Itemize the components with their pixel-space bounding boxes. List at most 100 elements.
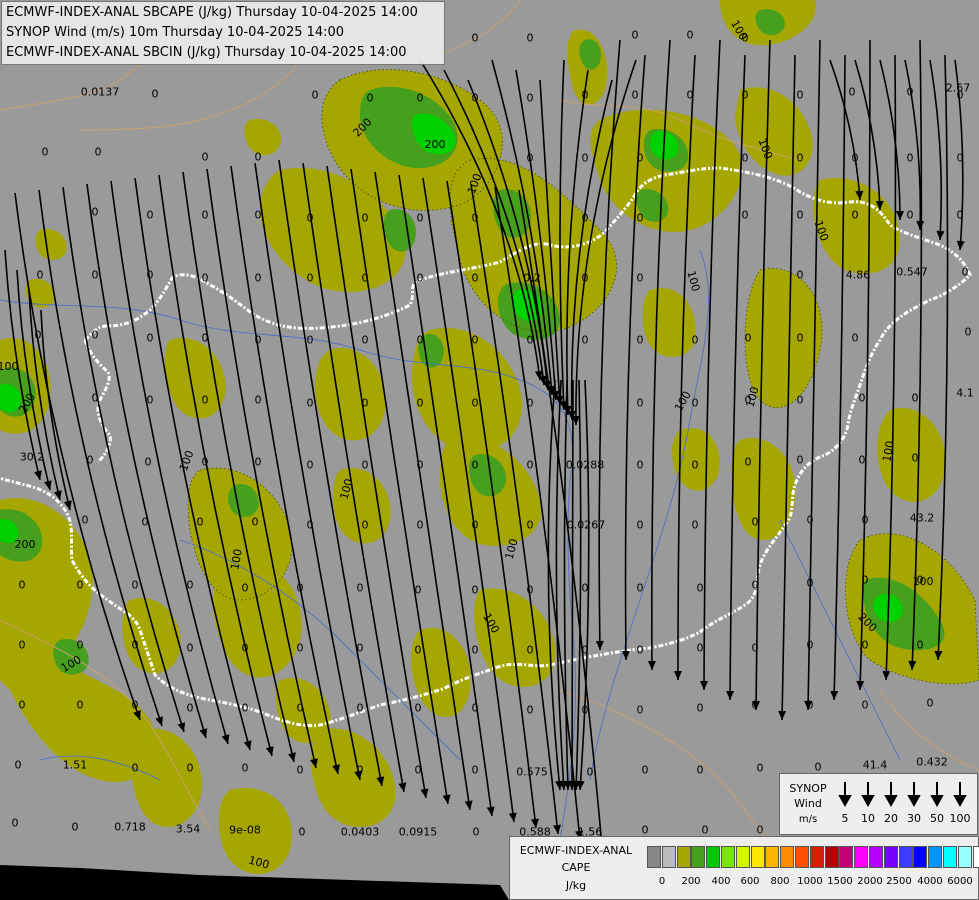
value-label: 0 — [851, 151, 859, 165]
value-label: 30.2 — [19, 450, 45, 464]
legend-tick-label: 2500 — [886, 876, 912, 887]
arrowhead-icon — [907, 795, 921, 808]
value-label: 0 — [201, 150, 209, 164]
value-label: 0 — [741, 88, 749, 102]
value-label: 0 — [414, 643, 422, 657]
value-label: 0 — [861, 698, 869, 712]
value-label: 0 — [848, 85, 856, 99]
contour-label: 200 — [15, 538, 36, 551]
legend-tick-label: 1000 — [797, 876, 823, 887]
value-label: 0 — [131, 638, 139, 652]
value-label: 0 — [361, 458, 369, 472]
value-label: 0 — [306, 458, 314, 472]
value-label: 0 — [471, 31, 479, 45]
value-label: 0 — [41, 145, 49, 159]
value-label: 0 — [696, 641, 704, 655]
value-label: 0 — [296, 641, 304, 655]
value-label: 0 — [636, 518, 644, 532]
value-label: 0 — [916, 638, 924, 652]
legend-tick-label: 1500 — [827, 876, 853, 887]
legend-swatch — [765, 846, 780, 868]
value-label: 0 — [91, 268, 99, 282]
value-label: 0.0137 — [80, 85, 120, 99]
value-label: 0 — [416, 333, 424, 347]
value-label: 0 — [76, 578, 84, 592]
value-label: 0 — [526, 458, 534, 472]
value-label: 0 — [144, 455, 152, 469]
value-label: 0.547 — [896, 265, 928, 279]
value-label: 0 — [851, 208, 859, 222]
value-label: 0 — [471, 701, 479, 715]
value-label: 0 — [18, 638, 26, 652]
value-label: 0 — [526, 31, 534, 45]
value-label: 0 — [796, 331, 804, 345]
value-label: 0 — [581, 581, 589, 595]
value-label: 0 — [201, 455, 209, 469]
value-label: 0 — [906, 85, 914, 99]
arrowhead-icon — [930, 795, 944, 808]
value-label: 0 — [744, 331, 752, 345]
value-label: 0 — [696, 763, 704, 777]
value-label: 0 — [361, 396, 369, 410]
legend-swatch — [957, 846, 972, 868]
value-label: 0 — [696, 701, 704, 715]
legend-swatch — [676, 846, 691, 868]
value-label: 0 — [526, 518, 534, 532]
value-label: 0 — [91, 391, 99, 405]
value-label: 0 — [741, 151, 749, 165]
value-label: 0 — [91, 328, 99, 342]
legend-swatch — [750, 846, 765, 868]
value-label: 0 — [18, 698, 26, 712]
synop-speed-label: 10 — [861, 812, 875, 825]
value-label: 0 — [741, 31, 749, 45]
value-label: 0 — [34, 328, 42, 342]
value-label: 0 — [696, 581, 704, 595]
value-label: 0.575 — [516, 765, 548, 779]
value-label: 0 — [86, 453, 94, 467]
value-label: 0 — [416, 271, 424, 285]
value-label: 0 — [526, 643, 534, 657]
value-label: 0 — [744, 455, 752, 469]
synop-speed-label: 100 — [949, 812, 971, 825]
value-label: 41.4 — [862, 758, 888, 772]
value-label: 0 — [296, 581, 304, 595]
value-label: 0 — [581, 333, 589, 347]
arrowhead-icon — [838, 795, 852, 808]
legend-tick-label: 400 — [711, 876, 731, 887]
value-label: 0 — [814, 760, 822, 774]
value-label: 0 — [806, 576, 814, 590]
value-label: 0 — [636, 271, 644, 285]
synop-legend-arrows — [838, 782, 967, 808]
cape-legend-unit: J/kg — [565, 879, 587, 892]
streamline — [571, 379, 574, 791]
value-label: 0 — [416, 518, 424, 532]
value-label: 0 — [964, 325, 972, 339]
value-label: 0 — [361, 518, 369, 532]
value-label: 0 — [366, 91, 374, 105]
value-label: 0 — [201, 208, 209, 222]
title-cin: ECMWF-INDEX-ANAL SBCIN (J/kg) Thursday 1… — [6, 45, 407, 60]
value-label: 0 — [356, 701, 364, 715]
value-label: 0 — [241, 641, 249, 655]
value-label: 0 — [581, 271, 589, 285]
value-label: 0 — [131, 761, 139, 775]
value-label: 0 — [201, 393, 209, 407]
value-label: 0 — [751, 578, 759, 592]
value-label: 0 — [18, 578, 26, 592]
legend-swatch — [928, 846, 943, 868]
title-synop-wind: SYNOP Wind (m/s) 10m Thursday 10-04-2025… — [6, 25, 345, 40]
value-label: 0.0288 — [565, 458, 605, 472]
value-label: 2.67 — [945, 81, 971, 95]
value-label: 0 — [146, 208, 154, 222]
legend-swatch — [913, 846, 928, 868]
weather-map: 2002001001001001001001002001001001001001… — [0, 0, 979, 900]
legend-tick-label: 2000 — [857, 876, 883, 887]
value-label: 0 — [306, 333, 314, 347]
value-label: 0 — [241, 761, 249, 775]
value-label: 4.1 — [956, 386, 974, 400]
value-label: 0 — [851, 331, 859, 345]
legend-tick-label: 600 — [740, 876, 760, 887]
legend-tick-label: 4000 — [917, 876, 943, 887]
value-label: 1.51 — [62, 758, 88, 772]
value-label: 0 — [691, 518, 699, 532]
